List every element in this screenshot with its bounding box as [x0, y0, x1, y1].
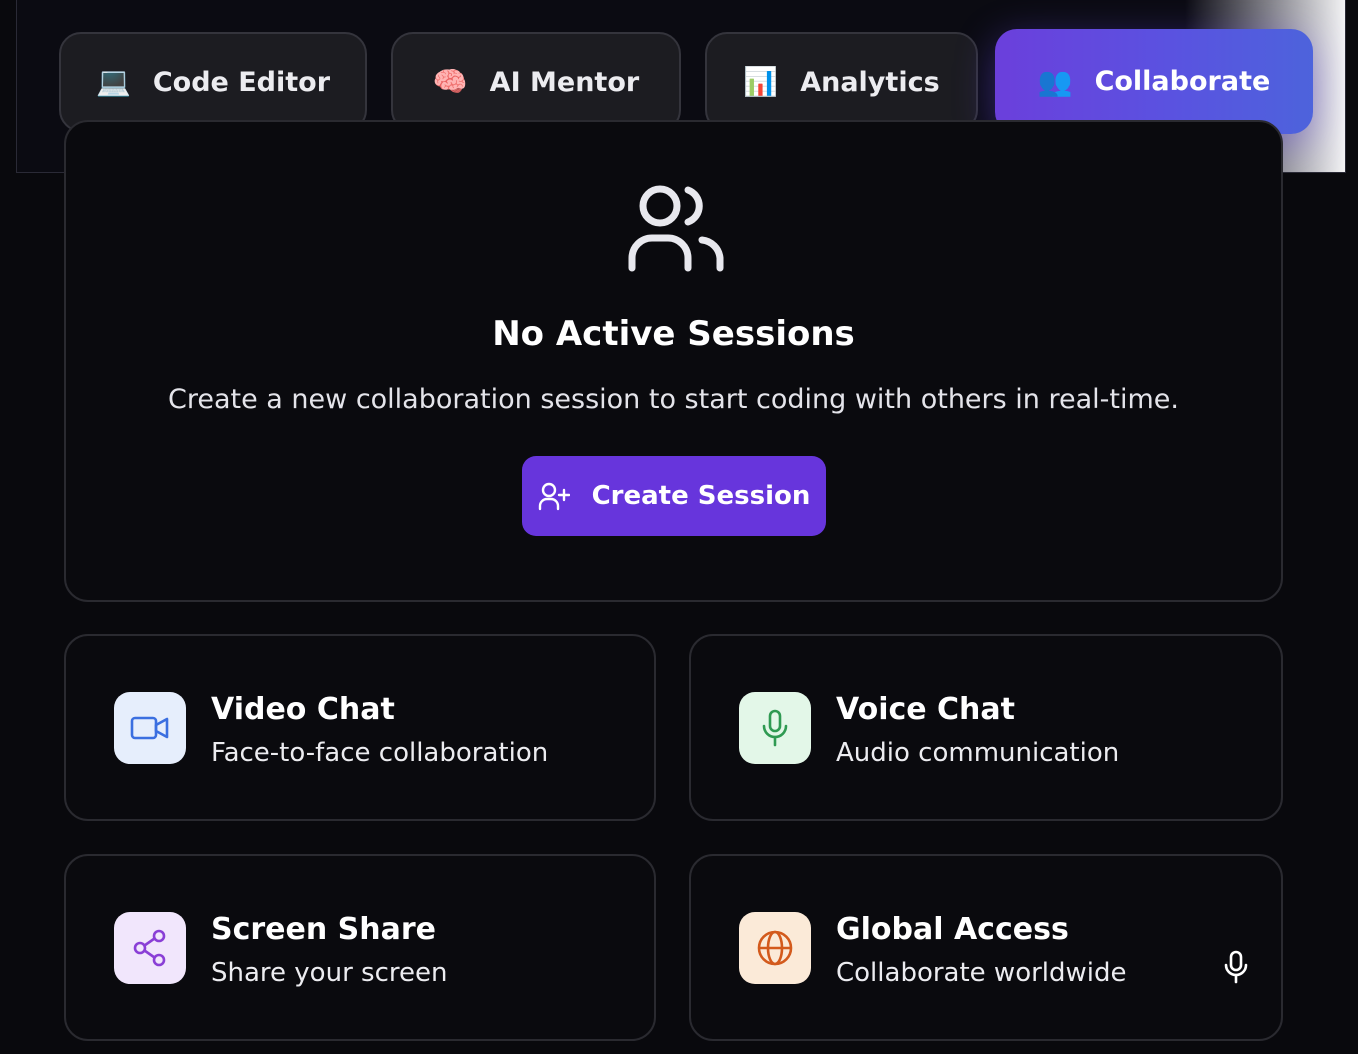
tab-code-editor-label: Code Editor [152, 66, 331, 98]
share-icon-box [114, 912, 186, 984]
feature-card-voice-chat[interactable]: Voice Chat Audio communication [689, 634, 1283, 821]
video-icon-box [114, 692, 186, 764]
tab-collaborate-label: Collaborate [1094, 66, 1271, 97]
empty-state-title: No Active Sessions [492, 314, 855, 354]
bar-chart-icon: 📊 [743, 65, 779, 98]
tab-analytics[interactable]: 📊 Analytics [705, 32, 978, 132]
users-icon [628, 185, 724, 272]
mic-icon[interactable] [1221, 950, 1251, 984]
globe-icon [757, 930, 793, 966]
empty-state-card: No Active Sessions Create a new collabor… [64, 120, 1283, 602]
feature-subtitle: Face-to-face collaboration [211, 738, 549, 768]
tab-ai-mentor[interactable]: 🧠 AI Mentor [391, 32, 681, 132]
mic-icon-box [739, 692, 811, 764]
empty-state-description: Create a new collaboration session to st… [168, 384, 1179, 415]
feature-title: Global Access [836, 912, 1069, 947]
feature-title: Video Chat [211, 692, 395, 727]
people-icon: 👥 [1037, 64, 1073, 98]
feature-subtitle: Share your screen [211, 958, 448, 988]
create-session-label: Create Session [591, 481, 811, 511]
tab-analytics-label: Analytics [800, 66, 940, 98]
mic-icon [762, 709, 788, 747]
laptop-icon: 💻 [95, 65, 131, 98]
feature-subtitle: Audio communication [836, 738, 1120, 768]
share-icon [133, 929, 166, 967]
create-session-button[interactable]: Create Session [522, 456, 826, 536]
feature-card-global-access[interactable]: Global Access Collaborate worldwide [689, 854, 1283, 1041]
feature-title: Screen Share [211, 912, 437, 947]
globe-icon-box [739, 912, 811, 984]
video-icon [130, 716, 169, 740]
tab-collaborate[interactable]: 👥 Collaborate [995, 29, 1313, 134]
feature-title: Voice Chat [836, 692, 1016, 727]
feature-card-video-chat[interactable]: Video Chat Face-to-face collaboration [64, 634, 656, 821]
tab-code-editor[interactable]: 💻 Code Editor [59, 32, 367, 132]
feature-subtitle: Collaborate worldwide [836, 958, 1127, 988]
tab-ai-mentor-label: AI Mentor [489, 66, 640, 98]
feature-card-screen-share[interactable]: Screen Share Share your screen [64, 854, 656, 1041]
user-plus-icon [538, 482, 570, 511]
brain-icon: 🧠 [432, 65, 468, 98]
